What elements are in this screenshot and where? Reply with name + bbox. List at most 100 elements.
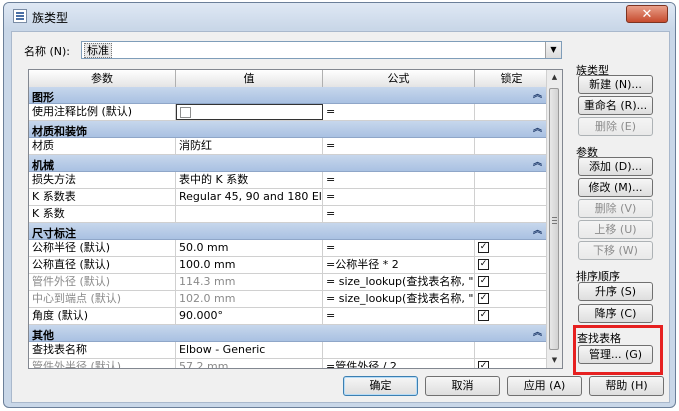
checkmark-icon[interactable]: ✓ (478, 361, 489, 368)
table-row[interactable]: 材质 消防红 = (29, 138, 548, 155)
lock-cell[interactable] (475, 206, 548, 222)
lock-cell[interactable]: ✓ (475, 308, 548, 324)
add-parameter-button[interactable]: 添加 (D)... (578, 157, 653, 176)
cancel-button[interactable]: 取消 (425, 376, 500, 396)
parameter-cell: 公称直径 (默认) (29, 257, 176, 273)
close-button[interactable]: ✕ (626, 5, 668, 23)
double-chevron-up-icon[interactable]: ︽ (533, 87, 542, 100)
table-row[interactable]: 公称直径 (默认) 100.0 mm =公称半径 * 2 ✓ (29, 257, 548, 274)
checkmark-icon[interactable]: ✓ (478, 259, 489, 270)
scroll-up-arrow-icon[interactable]: ▲ (547, 70, 562, 85)
parameter-cell: K 系数表 (29, 189, 176, 205)
scroll-thumb[interactable] (549, 88, 559, 350)
formula-cell[interactable] (323, 342, 475, 358)
formula-cell[interactable]: = (323, 240, 475, 256)
lock-cell[interactable]: ✓ (475, 359, 548, 368)
type-name-value: 标准 (84, 43, 112, 58)
group-title: 图形 (32, 91, 54, 104)
chevron-down-icon[interactable]: ▼ (545, 42, 561, 58)
apply-button[interactable]: 应用 (A) (507, 376, 582, 396)
lock-cell[interactable] (475, 104, 548, 120)
help-button[interactable]: 帮助 (H) (589, 376, 664, 396)
annotation-scale-checkbox[interactable] (180, 107, 191, 118)
table-row[interactable]: 管件外径 (默认)114.3 mm= size_lookup(查找表名称, "F… (29, 274, 548, 291)
formula-cell[interactable]: = (323, 172, 475, 188)
scroll-down-arrow-icon[interactable]: ▼ (547, 353, 562, 368)
value-cell[interactable] (176, 104, 323, 120)
table-row[interactable]: K 系数 = (29, 206, 548, 223)
value-cell[interactable] (176, 206, 323, 222)
group-header[interactable]: 材质和装饰 ︽ (29, 121, 548, 138)
ok-button[interactable]: 确定 (343, 376, 418, 396)
group-header[interactable]: 尺寸标注 ︽ (29, 223, 548, 240)
table-row[interactable]: 查找表名称 Elbow - Generic (29, 342, 548, 359)
lock-cell[interactable]: ✓ (475, 240, 548, 256)
grid-scrollbar[interactable]: ▲ ▼ (546, 70, 562, 368)
column-header-lock[interactable]: 锁定 (475, 70, 548, 87)
formula-cell[interactable]: = (323, 189, 475, 205)
delete-parameter-button[interactable]: 删除 (V) (578, 199, 653, 218)
value-cell[interactable]: Elbow - Generic (176, 342, 323, 358)
sort-ascending-button[interactable]: 升序 (S) (578, 282, 653, 301)
checkmark-icon[interactable]: ✓ (478, 276, 489, 287)
lock-cell[interactable]: ✓ (475, 274, 548, 290)
checkmark-icon[interactable]: ✓ (478, 310, 489, 321)
parameter-cell: 公称半径 (默认) (29, 240, 176, 256)
modify-parameter-button[interactable]: 修改 (M)... (578, 178, 653, 197)
value-cell[interactable]: 90.000° (176, 308, 323, 324)
value-cell[interactable]: 50.0 mm (176, 240, 323, 256)
table-row[interactable]: 中心到端点 (默认) 102.0 mm = size_lookup(查找表名称, "… (29, 291, 548, 308)
checkmark-icon[interactable]: ✓ (478, 242, 489, 253)
delete-type-button[interactable]: 删除 (E) (578, 117, 653, 136)
formula-cell[interactable]: = (323, 308, 475, 324)
move-up-button[interactable]: 上移 (U) (578, 220, 653, 239)
table-row[interactable]: 使用注释比例 (默认) = (29, 104, 548, 121)
formula-cell[interactable]: = size_lookup(查找表名称, "CtE", 1. (323, 291, 475, 307)
parameter-cell: 角度 (默认) (29, 308, 176, 324)
parameter-grid: 参数 值 公式 锁定 图形 ︽ 使用注释比例 (默认) = 材质和装饰 ︽ 材质 消防红 = 机械… (28, 69, 563, 369)
formula-cell[interactable]: = size_lookup(查找表名称, "FOD", (323, 274, 475, 290)
lock-cell[interactable] (475, 138, 548, 154)
value-cell[interactable]: 102.0 mm (176, 291, 323, 307)
lock-cell[interactable]: ✓ (475, 257, 548, 273)
value-cell[interactable]: Regular 45, 90 and 180 Elbow (176, 189, 323, 205)
rename-type-button[interactable]: 重命名 (R)... (578, 96, 653, 115)
column-header-formula[interactable]: 公式 (323, 70, 475, 87)
type-name-dropdown[interactable]: 标准 ▼ (81, 41, 562, 59)
double-chevron-up-icon[interactable]: ︽ (533, 155, 542, 168)
table-row[interactable]: 管件外半径 (默认) 57.2 mm =管件外径 / 2 ✓ (29, 359, 548, 368)
move-down-button[interactable]: 下移 (W) (578, 241, 653, 260)
column-header-value[interactable]: 值 (176, 70, 323, 87)
value-cell[interactable]: 114.3 mm (176, 274, 323, 290)
manage-lookup-tables-button[interactable]: 管理... (G) (578, 345, 653, 364)
table-row[interactable]: 损失方法 表中的 K 系数 = (29, 172, 548, 189)
lock-cell[interactable]: ✓ (475, 291, 548, 307)
formula-cell[interactable]: =管件外径 / 2 (323, 359, 475, 368)
value-cell[interactable]: 消防红 (176, 138, 323, 154)
formula-cell[interactable]: = (323, 138, 475, 154)
sort-descending-button[interactable]: 降序 (C) (578, 304, 653, 323)
formula-cell[interactable]: = (323, 104, 475, 120)
formula-cell[interactable]: = (323, 206, 475, 222)
table-row[interactable]: 公称半径 (默认) 50.0 mm = ✓ (29, 240, 548, 257)
parameter-cell: 材质 (29, 138, 176, 154)
table-row[interactable]: 角度 (默认) 90.000° = ✓ (29, 308, 548, 325)
value-cell[interactable]: 100.0 mm (176, 257, 323, 273)
group-header[interactable]: 图形 ︽ (29, 87, 548, 104)
value-cell[interactable]: 57.2 mm (176, 359, 323, 368)
table-row[interactable]: K 系数表Regular 45, 90 and 180 Elbow= (29, 189, 548, 206)
double-chevron-up-icon[interactable]: ︽ (533, 325, 542, 338)
lock-cell[interactable] (475, 172, 548, 188)
double-chevron-up-icon[interactable]: ︽ (533, 121, 542, 134)
new-type-button[interactable]: 新建 (N)... (578, 75, 653, 94)
group-title: 其他 (32, 329, 54, 342)
lock-cell[interactable] (475, 189, 548, 205)
group-header[interactable]: 其他 ︽ (29, 325, 548, 342)
checkmark-icon[interactable]: ✓ (478, 293, 489, 304)
formula-cell[interactable]: =公称半径 * 2 (323, 257, 475, 273)
value-cell[interactable]: 表中的 K 系数 (176, 172, 323, 188)
lock-cell[interactable] (475, 342, 548, 358)
double-chevron-up-icon[interactable]: ︽ (533, 223, 542, 236)
group-header[interactable]: 机械 ︽ (29, 155, 548, 172)
column-header-parameter[interactable]: 参数 (29, 70, 176, 87)
